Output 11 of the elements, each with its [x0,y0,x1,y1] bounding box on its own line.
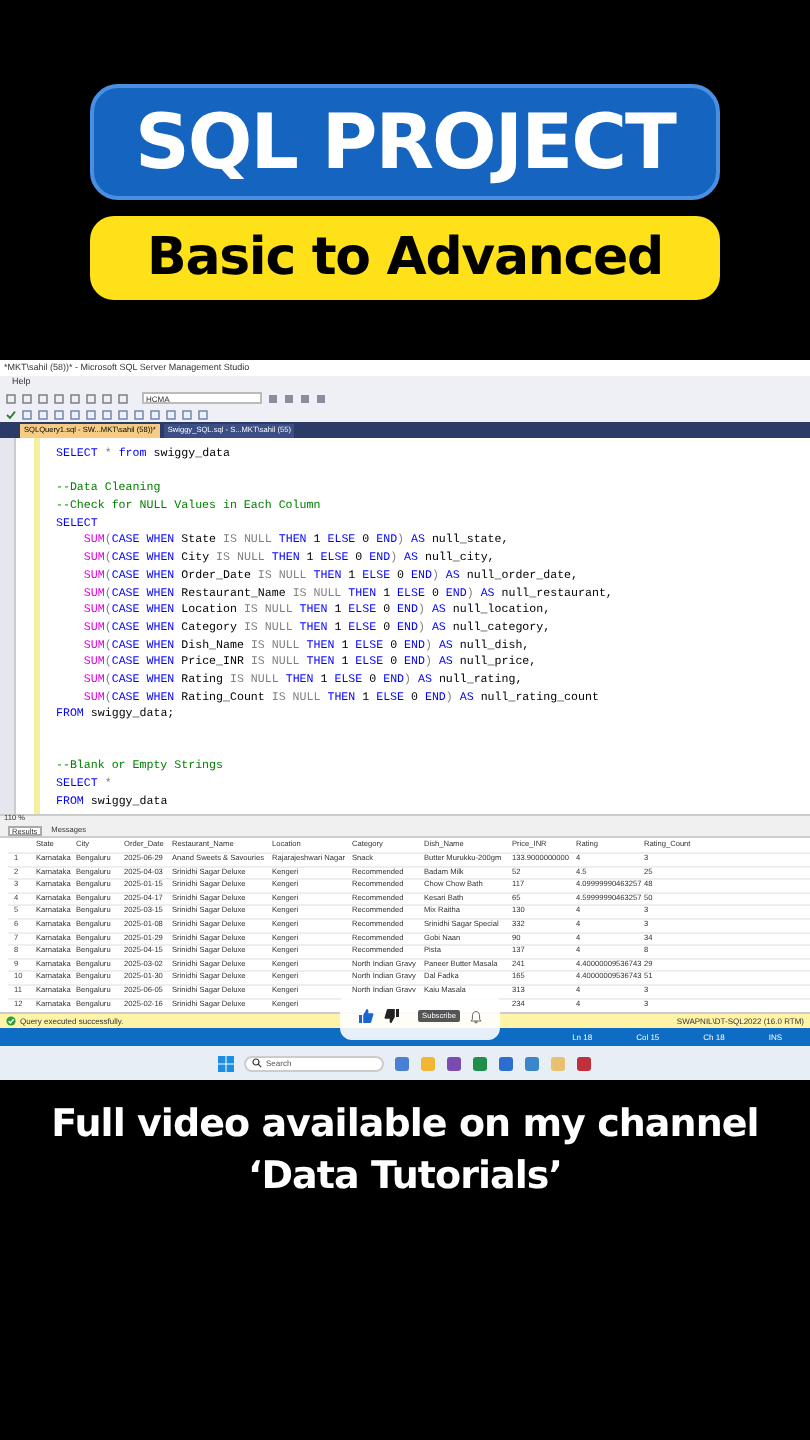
thumbs-up-icon [358,1008,375,1024]
caption-text: Full video available on my channel [51,1100,759,1148]
subtitle-banner: Basic to Advanced [90,216,720,300]
caption-text: ‘Data Tutorials’ [247,1152,562,1200]
success-icon [6,1016,16,1026]
windows-icon [218,1055,234,1071]
search-icon [252,1058,262,1068]
thumbs-down-icon [384,1008,401,1024]
check-icon [6,409,16,419]
bell-icon [469,1009,482,1023]
title-banner: SQL PROJECT [90,84,720,200]
